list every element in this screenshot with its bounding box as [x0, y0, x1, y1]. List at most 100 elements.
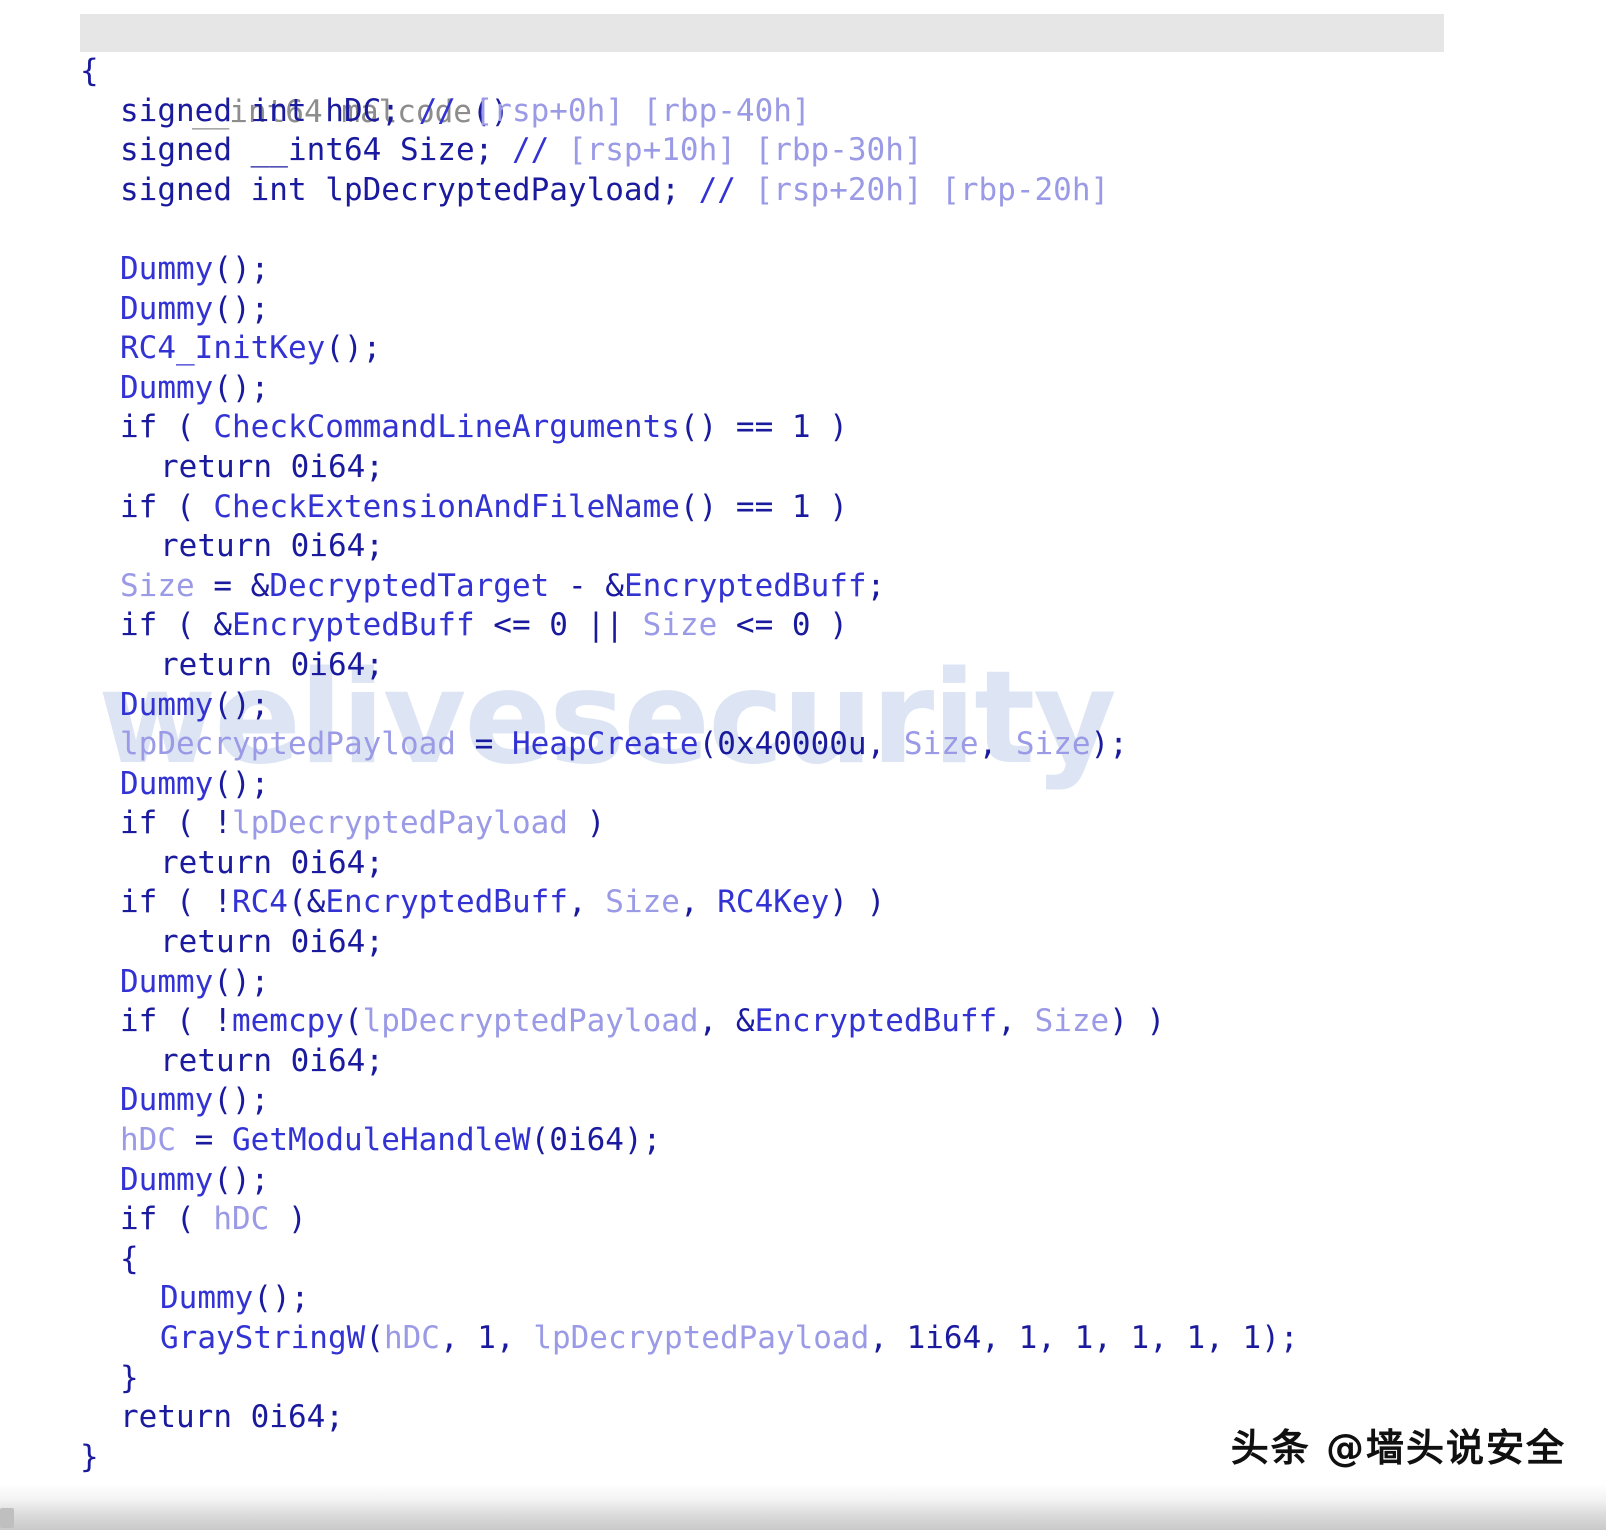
- code-token: [rsp+20h] [rbp-20h]: [735, 171, 1110, 208]
- code-line[interactable]: if ( &EncryptedBuff <= 0 || Size <= 0 ): [0, 606, 1606, 646]
- code-line[interactable]: return 0i64;: [0, 448, 1606, 488]
- code-line[interactable]: signed int lpDecryptedPayload; // [rsp+2…: [0, 171, 1606, 211]
- code-token[interactable]: RC4: [232, 884, 288, 920]
- code-token[interactable]: RC4Key: [717, 884, 829, 920]
- code-line[interactable]: return 0i64;: [0, 844, 1606, 884]
- code-token[interactable]: EncryptedBuff: [325, 884, 568, 920]
- decompiler-pseudocode-view: welivesecurity __int64 malcode() {signed…: [0, 0, 1606, 1530]
- horizontal-scrollbar-thumb[interactable]: [0, 1508, 14, 1528]
- code-token[interactable]: HeapCreate: [512, 726, 699, 762]
- code-token[interactable]: EncryptedBuff: [232, 607, 475, 643]
- code-line[interactable]: RC4_InitKey();: [0, 329, 1606, 369]
- code-line[interactable]: if ( CheckExtensionAndFileName() == 1 ): [0, 488, 1606, 528]
- code-token: }: [80, 1438, 99, 1475]
- code-line[interactable]: if ( CheckCommandLineArguments() == 1 ): [0, 408, 1606, 448]
- code-line[interactable]: Dummy();: [0, 963, 1606, 1003]
- code-token: ,: [997, 1003, 1035, 1040]
- code-line[interactable]: lpDecryptedPayload = HeapCreate(0x40000u…: [0, 725, 1606, 765]
- code-line[interactable]: Dummy();: [0, 1161, 1606, 1201]
- code-token[interactable]: Size: [1016, 726, 1091, 762]
- code-token[interactable]: Size: [643, 607, 718, 643]
- code-token[interactable]: memcpy: [232, 1003, 344, 1039]
- code-token[interactable]: hDC: [384, 1320, 440, 1356]
- code-token: ) ): [1109, 1003, 1166, 1040]
- code-token[interactable]: Dummy: [120, 687, 213, 723]
- pseudocode-body: {signed int hDC; // [rsp+0h] [rbp-40h] si…: [0, 52, 1606, 1477]
- code-line[interactable]: Dummy();: [0, 250, 1606, 290]
- code-token[interactable]: lpDecryptedPayload: [533, 1320, 869, 1356]
- code-token[interactable]: DecryptedTarget: [269, 568, 549, 604]
- code-token: signed __int64 Size;: [120, 132, 512, 169]
- code-token: if (: [120, 409, 214, 446]
- code-token[interactable]: RC4_InitKey: [120, 330, 325, 366]
- code-token: , 1,: [439, 1320, 534, 1356]
- code-line[interactable]: return 0i64;: [0, 1042, 1606, 1082]
- code-token: ,: [679, 884, 718, 921]
- code-token[interactable]: Size: [1035, 1003, 1110, 1039]
- code-token: (: [365, 1320, 384, 1356]
- code-token[interactable]: EncryptedBuff: [755, 1003, 998, 1039]
- code-token: signed int lpDecryptedPayload;: [120, 171, 699, 208]
- code-line[interactable]: {: [0, 1240, 1606, 1280]
- code-line[interactable]: GrayStringW(hDC, 1, lpDecryptedPayload, …: [0, 1319, 1606, 1359]
- code-line[interactable]: return 0i64;: [0, 646, 1606, 686]
- horizontal-scrollbar[interactable]: [0, 1484, 1606, 1530]
- code-line[interactable]: Dummy();: [0, 686, 1606, 726]
- code-line[interactable]: {: [0, 52, 1606, 92]
- code-token[interactable]: Dummy: [120, 1162, 213, 1198]
- code-token[interactable]: GetModuleHandleW: [232, 1122, 531, 1158]
- code-token[interactable]: CheckCommandLineArguments: [213, 409, 680, 445]
- code-token[interactable]: Size: [904, 726, 979, 762]
- code-line[interactable]: Dummy();: [0, 1081, 1606, 1121]
- code-line[interactable]: if ( hDC ): [0, 1200, 1606, 1240]
- code-token: if ( !: [120, 805, 232, 842]
- code-line[interactable]: signed __int64 Size; // [rsp+10h] [rbp-3…: [0, 131, 1606, 171]
- code-token[interactable]: lpDecryptedPayload: [120, 726, 456, 762]
- code-token[interactable]: Dummy: [120, 964, 213, 1000]
- code-token: () == 1 ): [679, 409, 848, 446]
- code-token[interactable]: Dummy: [120, 251, 213, 287]
- code-token: if ( !: [120, 884, 232, 921]
- code-token[interactable]: Dummy: [120, 1082, 213, 1118]
- code-token[interactable]: EncryptedBuff: [624, 568, 867, 604]
- code-line[interactable]: if ( !RC4(&EncryptedBuff, Size, RC4Key) …: [0, 883, 1606, 923]
- code-token: ();: [325, 330, 382, 367]
- code-token[interactable]: lpDecryptedPayload: [232, 805, 568, 841]
- code-token: (0x40000u,: [698, 726, 904, 763]
- code-line[interactable]: signed int hDC; // [rsp+0h] [rbp-40h]: [0, 92, 1606, 132]
- code-token: if ( !: [120, 1003, 232, 1040]
- code-line[interactable]: [0, 210, 1606, 250]
- code-token: //: [698, 171, 736, 208]
- code-token[interactable]: Dummy: [120, 370, 213, 406]
- code-token[interactable]: GrayStringW: [160, 1320, 365, 1356]
- code-line[interactable]: Dummy();: [0, 1279, 1606, 1319]
- code-token: ();: [213, 290, 270, 327]
- code-line[interactable]: Size = &DecryptedTarget - &EncryptedBuff…: [0, 567, 1606, 607]
- code-line[interactable]: Dummy();: [0, 369, 1606, 409]
- code-token: , 1i64, 1, 1, 1, 1, 1);: [869, 1320, 1299, 1356]
- code-token[interactable]: Size: [120, 568, 195, 604]
- code-token: );: [1090, 726, 1128, 763]
- code-token[interactable]: Dummy: [160, 1280, 253, 1316]
- code-token[interactable]: Dummy: [120, 291, 213, 327]
- code-line[interactable]: Dummy();: [0, 290, 1606, 330]
- code-line[interactable]: return 0i64;: [0, 527, 1606, 567]
- code-token[interactable]: lpDecryptedPayload: [363, 1003, 699, 1039]
- pseudocode-listing[interactable]: __int64 malcode() {signed int hDC; // [r…: [0, 0, 1606, 1477]
- code-token: return 0i64;: [160, 646, 384, 683]
- code-line[interactable]: }: [0, 1359, 1606, 1399]
- code-token[interactable]: hDC: [120, 1122, 176, 1158]
- code-line[interactable]: return 0i64;: [0, 923, 1606, 963]
- code-token: <= 0 ||: [474, 607, 643, 644]
- code-line[interactable]: hDC = GetModuleHandleW(0i64);: [0, 1121, 1606, 1161]
- code-token[interactable]: CheckExtensionAndFileName: [213, 489, 680, 525]
- code-line[interactable]: Dummy();: [0, 765, 1606, 805]
- code-token[interactable]: hDC: [213, 1201, 269, 1237]
- function-signature-line[interactable]: __int64 malcode(): [0, 12, 1606, 130]
- code-token: return 0i64;: [160, 924, 384, 961]
- code-token[interactable]: Dummy: [120, 766, 213, 802]
- code-token: //: [418, 92, 456, 129]
- code-line[interactable]: if ( !memcpy(lpDecryptedPayload, &Encryp…: [0, 1002, 1606, 1042]
- code-token[interactable]: Size: [605, 884, 680, 920]
- code-line[interactable]: if ( !lpDecryptedPayload ): [0, 804, 1606, 844]
